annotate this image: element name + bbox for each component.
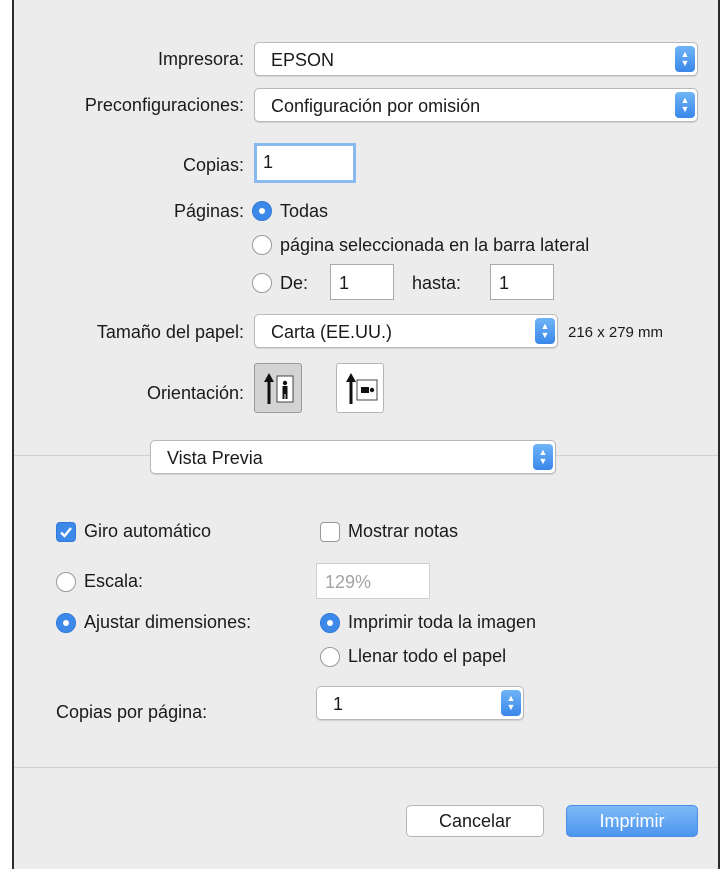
landscape-icon	[346, 373, 378, 404]
scale-field[interactable]: 129%	[316, 563, 430, 599]
presets-popup[interactable]: Configuración por omisión ▲ ▼	[254, 88, 698, 122]
orientation-label: Orientación:	[146, 383, 244, 403]
cancel-button[interactable]: Cancelar	[406, 805, 544, 837]
fill-paper-radio[interactable]	[320, 647, 340, 667]
updown-arrows-icon: ▲ ▼	[675, 46, 695, 72]
orientation-portrait-button[interactable]	[254, 363, 302, 413]
scale-radio[interactable]	[56, 572, 76, 592]
printer-label: Impresora:	[157, 49, 244, 69]
paper-size-label: Tamaño del papel:	[96, 322, 244, 342]
paper-size-popup[interactable]: Carta (EE.UU.) ▲ ▼	[254, 314, 558, 348]
pages-label: Páginas:	[173, 201, 244, 221]
paper-dimensions: 216 x 279 mm	[568, 324, 664, 341]
pages-all-label: Todas	[280, 201, 329, 221]
scale-label: Escala:	[84, 571, 144, 591]
presets-value: Configuración por omisión	[271, 96, 481, 116]
auto-rotate-checkbox[interactable]	[56, 522, 76, 542]
copies-per-page-popup[interactable]: 1 ▲ ▼	[316, 686, 524, 720]
pages-from-field[interactable]: 1	[330, 264, 394, 300]
pages-to-label: hasta:	[412, 273, 462, 293]
pages-selected-label: página seleccionada en la barra lateral	[280, 235, 590, 255]
copies-label: Copias:	[182, 155, 244, 175]
print-entire-image-label: Imprimir toda la imagen	[348, 612, 537, 632]
section-popup-value: Vista Previa	[167, 448, 263, 468]
print-dialog: Impresora: EPSON ▲ ▼ Preconfiguraciones: …	[12, 0, 720, 869]
pages-all-radio[interactable]	[252, 201, 272, 221]
printer-popup[interactable]: EPSON ▲ ▼	[254, 42, 698, 76]
fit-label: Ajustar dimensiones:	[84, 612, 252, 632]
portrait-icon	[264, 373, 294, 404]
print-button[interactable]: Imprimir	[566, 805, 698, 837]
separator	[14, 767, 718, 768]
presets-label: Preconfiguraciones:	[84, 95, 244, 115]
pages-to-field[interactable]: 1	[490, 264, 554, 300]
fit-radio[interactable]	[56, 613, 76, 633]
orientation-landscape-button[interactable]	[336, 363, 384, 413]
printer-value: EPSON	[271, 50, 335, 70]
print-entire-image-radio[interactable]	[320, 613, 340, 633]
paper-size-value: Carta (EE.UU.)	[271, 322, 393, 342]
show-notes-checkbox[interactable]	[320, 522, 340, 542]
copies-per-page-label: Copias por página:	[56, 702, 208, 722]
auto-rotate-label: Giro automático	[84, 521, 212, 541]
updown-arrows-icon: ▲ ▼	[535, 318, 555, 344]
pages-from-label: De:	[280, 273, 309, 293]
updown-arrows-icon: ▲ ▼	[533, 444, 553, 470]
copies-field[interactable]: 1	[254, 143, 356, 183]
updown-arrows-icon: ▲ ▼	[501, 690, 521, 716]
section-popup[interactable]: Vista Previa ▲ ▼	[150, 440, 556, 474]
copies-per-page-value: 1	[333, 694, 344, 714]
pages-selected-radio[interactable]	[252, 235, 272, 255]
updown-arrows-icon: ▲ ▼	[675, 92, 695, 118]
fill-paper-label: Llenar todo el papel	[348, 646, 507, 666]
show-notes-label: Mostrar notas	[348, 521, 459, 541]
checkmark-icon	[60, 527, 72, 538]
pages-range-radio[interactable]	[252, 273, 272, 293]
